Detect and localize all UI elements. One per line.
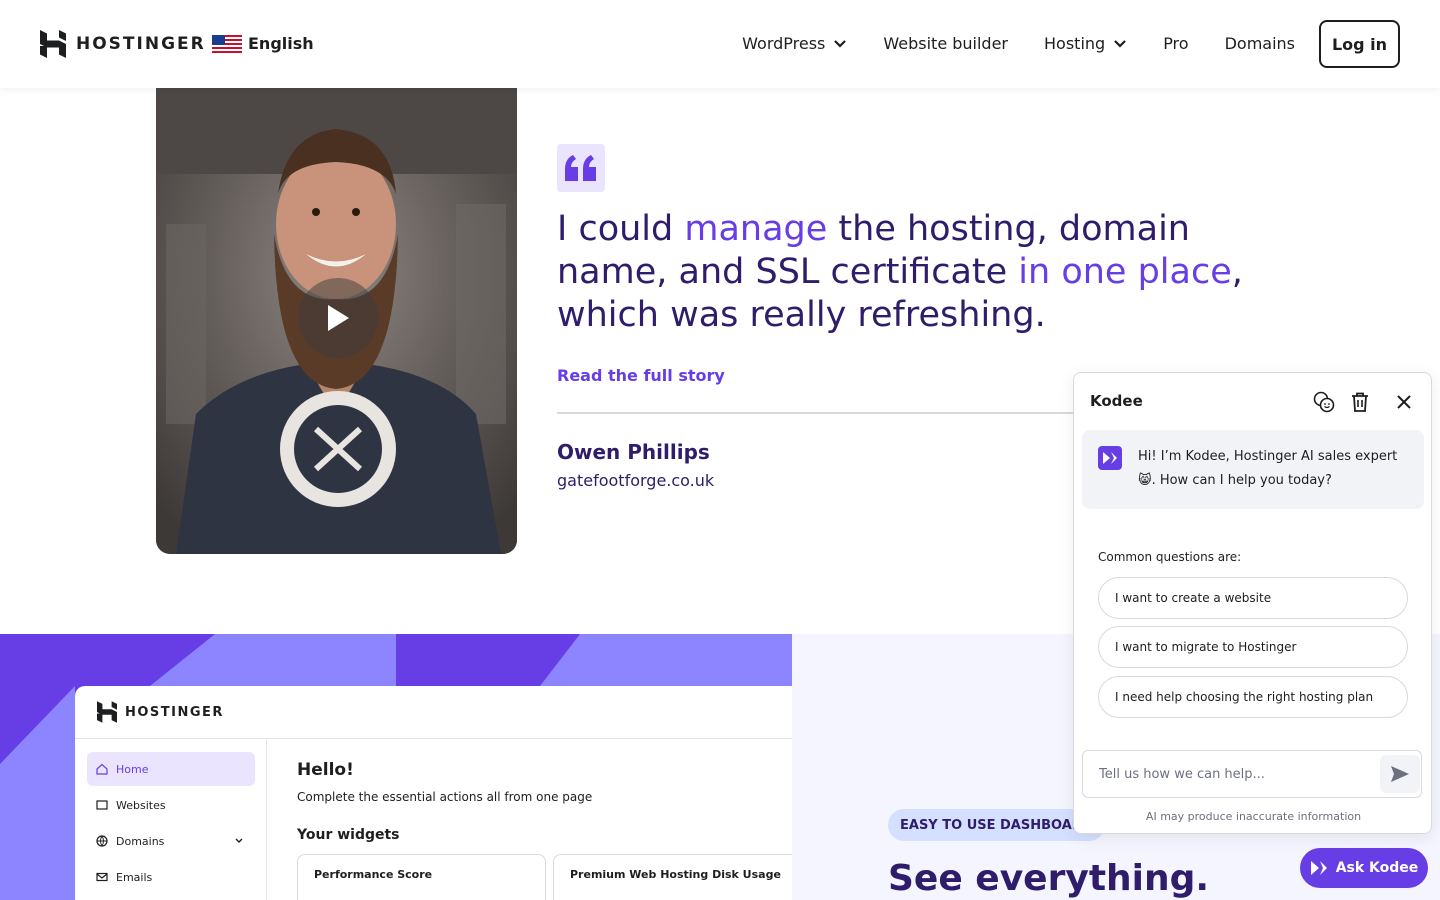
promo-headline: See everything. [888, 858, 1210, 899]
close-chat-button[interactable] [1392, 390, 1416, 414]
testimonial-quote: I could manage the hosting, domain name,… [557, 208, 1297, 337]
nav-wordpress-label: WordPress [742, 34, 826, 53]
sidebar-item-emails[interactable]: Emails [87, 860, 255, 894]
dashboard-header: HOSTINGER [75, 686, 792, 739]
chevron-down-icon [1114, 39, 1126, 48]
chevron-down-icon [834, 39, 847, 48]
language-label: English [248, 34, 314, 53]
suggested-question-button[interactable]: I need help choosing the right hosting p… [1098, 676, 1408, 718]
nav-hosting[interactable]: Hosting [1044, 34, 1127, 53]
sidebar-item-label: Home [116, 762, 149, 776]
site-header: HOSTINGER English WordPress Website buil… [0, 0, 1440, 88]
kodee-chat-panel: Kodee Hi! I’m Kodee, Hostinger AI sales … [1073, 372, 1432, 834]
bot-greeting-line1: Hi! I’m Kodee, Hostinger AI sales expert [1138, 449, 1398, 464]
trash-icon [1352, 392, 1368, 412]
nav-wordpress[interactable]: WordPress [742, 34, 847, 53]
hostinger-logo-icon [40, 30, 66, 58]
close-icon [1397, 395, 1411, 409]
bot-message: Hi! I’m Kodee, Hostinger AI sales expert… [1082, 430, 1424, 509]
dashboard-preview: HOSTINGER Home Websites Domains Emails H… [75, 686, 792, 900]
quote-part: I could [557, 209, 685, 249]
ask-kodee-button[interactable]: Ask Kodee [1300, 848, 1428, 888]
send-message-button[interactable] [1380, 755, 1420, 793]
home-icon [96, 763, 108, 775]
nav-hosting-label: Hosting [1044, 34, 1106, 53]
chat-message-input[interactable] [1082, 750, 1422, 798]
nav-pro[interactable]: Pro [1163, 34, 1188, 53]
dashboard-subtitle: Complete the essential actions all from … [297, 790, 593, 804]
sidebar-item-label: Domains [116, 834, 165, 848]
websites-icon [96, 800, 108, 810]
language-selector[interactable]: English [212, 34, 314, 53]
common-questions-label: Common questions are: [1098, 550, 1242, 564]
quote-mark [557, 144, 605, 192]
quote-icon [565, 155, 596, 181]
nav-domains[interactable]: Domains [1225, 34, 1295, 53]
play-video-button[interactable] [298, 278, 378, 358]
ai-disclaimer: AI may produce inaccurate information [1145, 810, 1362, 823]
globe-icon [96, 835, 108, 847]
widget-card-disk-usage: Premium Web Hosting Disk Usage [553, 854, 792, 900]
suggested-question-button[interactable]: I want to migrate to Hostinger [1098, 626, 1408, 668]
emoji-settings-icon [1313, 391, 1335, 413]
play-icon [328, 305, 349, 331]
author-name: Owen Phillips [557, 440, 710, 464]
widget-card-title: Performance Score [314, 868, 433, 881]
clear-chat-button[interactable] [1348, 390, 1372, 414]
logo-text: HOSTINGER [76, 34, 206, 54]
kodee-icon [1310, 861, 1327, 875]
dashboard-logo-text: HOSTINGER [125, 704, 224, 720]
send-icon [1391, 766, 1409, 782]
login-button[interactable]: Log in [1319, 20, 1400, 68]
quote-highlight: manage [684, 209, 828, 249]
sidebar-item-home[interactable]: Home [87, 752, 255, 786]
bot-greeting-line2: . How can I help you today? [1151, 473, 1332, 488]
dashboard-sidebar: Home Websites Domains Emails [75, 740, 267, 900]
hostinger-logo[interactable]: HOSTINGER [40, 30, 206, 58]
kodee-icon [1103, 452, 1117, 464]
sidebar-item-websites[interactable]: Websites [87, 788, 255, 822]
nav-domains-label: Domains [1224, 34, 1295, 53]
widget-card-title: Premium Web Hosting Disk Usage [570, 868, 781, 881]
ask-kodee-label: Ask Kodee [1335, 860, 1419, 876]
sidebar-item-label: Websites [116, 798, 166, 812]
nav-pro-label: Pro [1163, 34, 1189, 53]
hostinger-logo-icon [97, 701, 117, 723]
suggested-question-button[interactable]: I want to create a website [1098, 577, 1408, 619]
bot-message-text: Hi! I’m Kodee, Hostinger AI sales expert… [1138, 445, 1410, 493]
us-flag-icon [212, 34, 242, 53]
divider [557, 412, 1097, 414]
read-full-story-link[interactable]: Read the full story [557, 366, 725, 385]
main-nav: WordPress Website builder Hosting Pro Do… [742, 34, 1295, 53]
quote-highlight: in one place [1018, 252, 1232, 292]
nav-website-builder[interactable]: Website builder [883, 34, 1008, 53]
author-website[interactable]: gatefootforge.co.uk [557, 471, 714, 490]
kodee-emoji-icon: 😸 [1138, 473, 1152, 488]
nav-website-builder-label: Website builder [883, 34, 1009, 53]
sidebar-item-label: Emails [116, 870, 153, 884]
widgets-title: Your widgets [297, 827, 400, 843]
kodee-avatar [1098, 446, 1122, 470]
dashboard-greeting: Hello! [297, 760, 354, 780]
sidebar-item-domains[interactable]: Domains [87, 824, 255, 858]
widget-card-performance: Performance Score [297, 854, 546, 900]
chat-settings-button[interactable] [1312, 390, 1336, 414]
chat-title: Kodee [1090, 392, 1143, 410]
mail-icon [96, 872, 108, 882]
chevron-down-icon [235, 838, 243, 843]
